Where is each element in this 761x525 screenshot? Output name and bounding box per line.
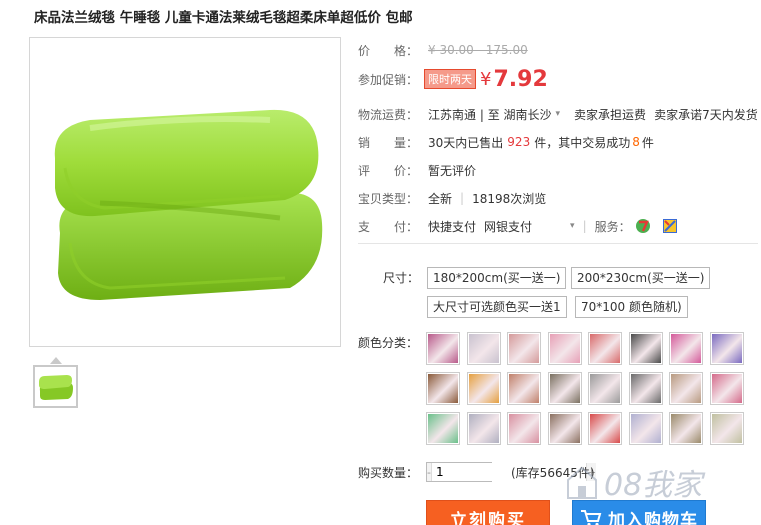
sales-prefix: 30天内已售出 <box>428 135 504 150</box>
site-watermark-logo: 08我家 <box>560 440 760 520</box>
section-divider <box>358 243 758 244</box>
product-main-image[interactable] <box>29 37 341 347</box>
size-label: 尺寸： <box>383 270 420 285</box>
promo-badge: 限时两天 <box>424 69 477 89</box>
color-swatch[interactable] <box>588 332 622 365</box>
success-count: 8 <box>632 135 640 149</box>
promo-label: 参加促销： <box>358 72 419 87</box>
logistics-row: 物流运费： 江苏南通 | 至 湖南长沙 ▾ 卖家承担运费 卖家承诺7天内发货 <box>358 104 758 124</box>
shipping-route[interactable]: 江苏南通 | 至 湖南长沙 <box>428 106 552 123</box>
color-swatch-image <box>590 374 620 403</box>
color-swatch-image <box>468 334 499 363</box>
color-swatch[interactable] <box>628 332 663 365</box>
currency-symbol: ¥ <box>480 68 492 90</box>
logistics-label: 物流运费： <box>358 107 419 122</box>
color-swatch-image <box>630 414 661 443</box>
color-swatch-image <box>549 334 580 363</box>
review-label: 评 价： <box>358 163 419 178</box>
color-swatch-image <box>428 414 458 443</box>
quantity-stepper: - + <box>426 462 597 482</box>
sales-label: 销 量： <box>358 135 419 150</box>
color-swatch[interactable] <box>588 372 622 405</box>
product-title: 床品法兰绒毯 午睡毯 儿童卡通法莱绒毛毯超柔床单超低价 包邮 <box>34 10 413 26</box>
review-row: 评 价： 暂无评价 <box>358 160 476 180</box>
payment-method-bank: 网银支付 <box>484 219 533 234</box>
product-thumbnail[interactable] <box>33 365 78 408</box>
color-swatch-image <box>509 334 539 363</box>
color-swatch-image <box>468 374 499 403</box>
color-swatch-image <box>590 414 620 443</box>
buy-now-button[interactable]: 立刻购买 <box>426 500 550 525</box>
service-7day-icon[interactable] <box>635 218 651 234</box>
color-swatch[interactable] <box>547 332 582 365</box>
size-option-2[interactable]: 200*230cm(买一送一) <box>571 267 711 289</box>
color-swatch-image <box>509 414 539 443</box>
color-swatch-image <box>468 414 499 443</box>
color-swatch[interactable] <box>507 372 541 405</box>
review-value[interactable]: 暂无评价 <box>428 162 476 179</box>
price-label: 价 格： <box>358 43 419 58</box>
color-swatch-image <box>671 414 701 443</box>
service-guarantee-icon[interactable] <box>662 219 677 233</box>
item-type-row: 宝贝类型： 全新 | 18198次浏览 <box>358 188 546 208</box>
shipping-promise: 卖家承诺7天内发货 <box>654 107 758 122</box>
color-swatch-image <box>428 374 458 403</box>
blanket-thumbnail-icon <box>39 375 73 400</box>
sales-middle: 件，其中交易成功 <box>534 135 631 150</box>
color-swatch[interactable] <box>507 332 541 365</box>
color-swatch[interactable] <box>669 372 703 405</box>
color-swatch-image <box>630 374 661 403</box>
chevron-down-icon[interactable]: ▾ <box>570 221 575 231</box>
color-swatch-image <box>590 334 620 363</box>
color-swatch-image <box>671 334 701 363</box>
item-type-label: 宝贝类型： <box>358 191 419 206</box>
color-swatch-image <box>509 374 539 403</box>
payment-row: 支 付： 快捷支付 网银支付 ▾ | 服务： <box>358 216 677 236</box>
color-swatch[interactable] <box>426 372 460 405</box>
thumbnail-pointer <box>50 357 62 364</box>
color-swatch-image <box>630 334 661 363</box>
color-swatch-image <box>428 334 458 363</box>
separator: | <box>582 219 587 233</box>
service-label: 服务： <box>594 219 631 234</box>
color-swatch-image <box>711 334 742 363</box>
payment-method-quick: 快捷支付 <box>428 219 477 234</box>
size-option-1[interactable]: 180*200cm(买一送一) <box>427 267 567 289</box>
color-swatch-image <box>671 374 701 403</box>
sold-count: 923 <box>507 135 531 149</box>
color-swatch[interactable] <box>547 372 582 405</box>
item-condition: 全新 <box>428 191 453 206</box>
quantity-label: 购买数量： <box>358 465 419 480</box>
color-swatch-image <box>549 414 580 443</box>
color-swatch-image <box>549 374 580 403</box>
color-swatch[interactable] <box>466 332 501 365</box>
original-price: ¥ 30.00 - 175.00 <box>428 43 528 57</box>
color-swatch[interactable] <box>466 412 501 445</box>
payment-label: 支 付： <box>358 219 419 234</box>
color-swatch-image <box>711 414 742 443</box>
view-count: 18198次浏览 <box>472 191 547 206</box>
size-option-4[interactable]: 70*100 颜色随机) <box>575 296 688 318</box>
seller-pays-shipping: 卖家承担运费 <box>574 107 647 122</box>
size-option-3[interactable]: 大尺寸可选颜色买一送1 <box>427 296 567 318</box>
blanket-illustration <box>54 109 323 300</box>
color-swatch[interactable] <box>426 332 460 365</box>
color-swatch[interactable] <box>709 332 744 365</box>
separator: | <box>460 191 465 205</box>
color-swatch-image <box>711 374 742 403</box>
price-row: 价 格： ¥ 30.00 - 175.00 <box>358 40 528 60</box>
color-swatch[interactable] <box>507 412 541 445</box>
color-swatch[interactable] <box>709 372 744 405</box>
sales-suffix: 件 <box>641 135 654 150</box>
promo-row: 参加促销： 限时两天 ¥ 7.92 <box>358 66 548 92</box>
color-swatch[interactable] <box>426 412 460 445</box>
color-swatch[interactable] <box>669 332 703 365</box>
sales-row: 销 量： 30天内已售出 923 件，其中交易成功 8 件 <box>358 132 654 152</box>
color-swatch[interactable] <box>628 372 663 405</box>
promo-price: 7.92 <box>493 66 548 92</box>
watermark-text: 08我家 <box>604 468 706 503</box>
color-label: 颜色分类： <box>358 335 419 350</box>
color-swatch[interactable] <box>466 372 501 405</box>
chevron-down-icon[interactable]: ▾ <box>556 109 561 119</box>
